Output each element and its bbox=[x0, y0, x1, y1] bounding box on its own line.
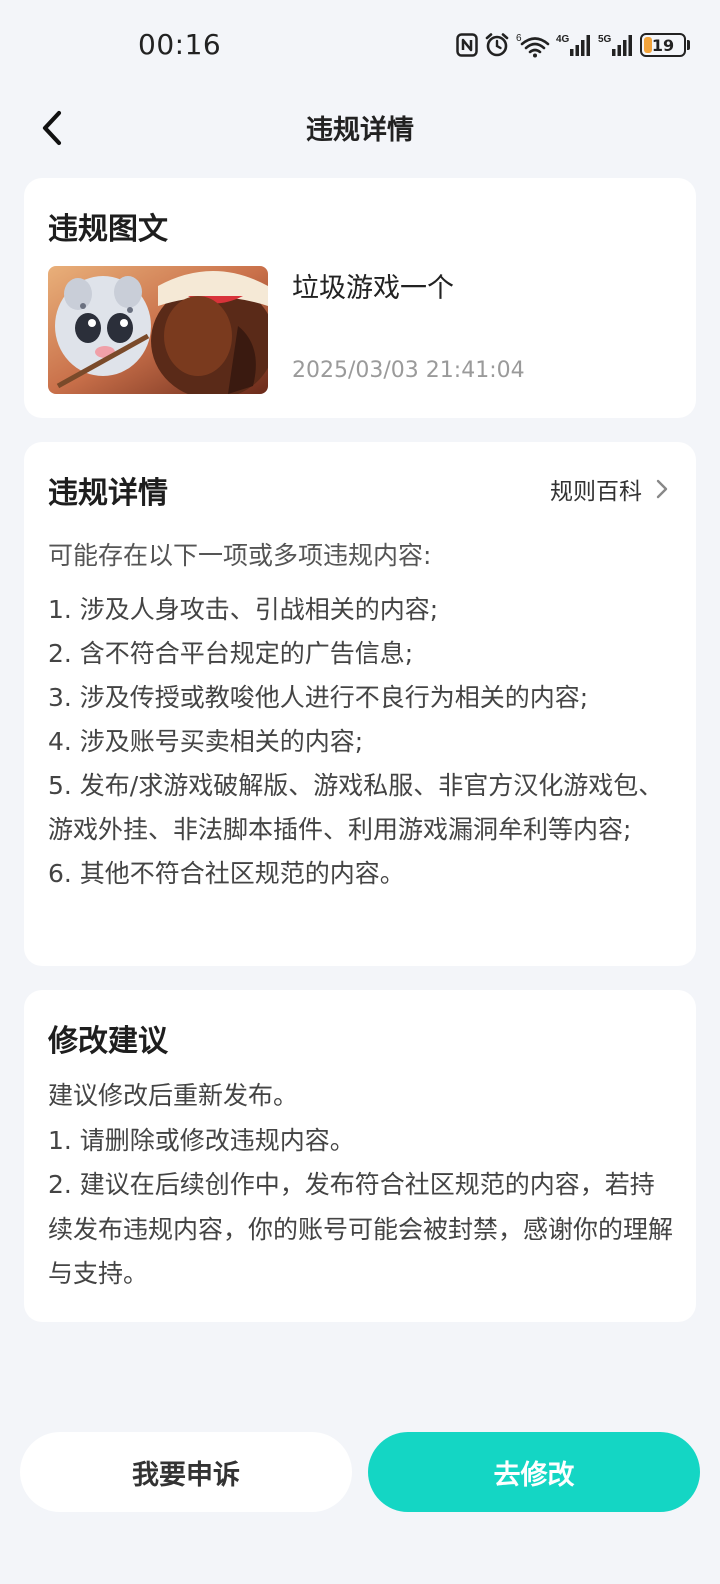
wifi-icon: 6 bbox=[516, 30, 550, 60]
post-text: 垃圾游戏一个 bbox=[292, 273, 454, 304]
suggestion-line: 1. 请删除或修改违规内容。 bbox=[48, 1125, 355, 1155]
battery-icon: 19 bbox=[640, 30, 690, 60]
status-bar: 00:16 6 4G 5G 19 bbox=[0, 0, 720, 90]
suggestion-line: 建议修改后重新发布。 bbox=[48, 1081, 299, 1110]
suggestions-title: 修改建议 bbox=[48, 1024, 168, 1059]
suggestions-card: 修改建议 建议修改后重新发布。 1. 请删除或修改违规内容。 2. 建议在后续创… bbox=[24, 990, 696, 1322]
list-item: 6. 其他不符合社区规范的内容。 bbox=[48, 859, 405, 888]
violation-list: 1. 涉及人身攻击、引战相关的内容; 2. 含不符合平台规定的广告信息; 3. … bbox=[48, 588, 678, 896]
violation-post-title: 违规图文 bbox=[48, 212, 168, 247]
list-item: 5. 发布/求游戏破解版、游戏私服、非官方汉化游戏包、游戏外挂、非法脚本插件、利… bbox=[48, 771, 664, 844]
chevron-right-icon bbox=[656, 479, 668, 499]
suggestions-body: 建议修改后重新发布。 1. 请删除或修改违规内容。 2. 建议在后续创作中，发布… bbox=[48, 1074, 678, 1297]
nfc-icon bbox=[456, 30, 478, 60]
list-item: 1. 涉及人身攻击、引战相关的内容; bbox=[48, 595, 439, 624]
post-timestamp: 2025/03/03 21:41:04 bbox=[292, 358, 525, 383]
signal-5g-icon: 5G bbox=[598, 30, 634, 60]
violation-post-card: 违规图文 垃圾游戏一个 2025/03/03 21:41:04 bbox=[24, 178, 696, 418]
rule-wiki-link[interactable]: 规则百科 bbox=[550, 472, 668, 506]
signal-4g-icon: 4G bbox=[556, 30, 592, 60]
status-time: 00:16 bbox=[138, 28, 222, 61]
page-title: 违规详情 bbox=[306, 115, 414, 146]
modify-button[interactable]: 去修改 bbox=[368, 1432, 700, 1512]
wifi-badge: 6 bbox=[516, 33, 522, 44]
post-thumbnail[interactable] bbox=[48, 266, 268, 394]
violation-details-card: 违规详情 规则百科 可能存在以下一项或多项违规内容: 1. 涉及人身攻击、引战相… bbox=[24, 442, 696, 966]
net2-label: 5G bbox=[598, 34, 612, 45]
suggestion-line: 2. 建议在后续创作中，发布符合社区规范的内容，若持续发布违规内容，你的账号可能… bbox=[48, 1170, 674, 1288]
violation-intro: 可能存在以下一项或多项违规内容: bbox=[48, 541, 432, 570]
battery-level: 19 bbox=[651, 35, 675, 55]
violation-details-title: 违规详情 bbox=[48, 476, 168, 511]
net1-label: 4G bbox=[556, 34, 570, 45]
list-item: 3. 涉及传授或教唆他人进行不良行为相关的内容; bbox=[48, 683, 589, 712]
status-icons: 6 4G 5G 19 bbox=[456, 30, 690, 60]
alarm-icon bbox=[484, 30, 510, 60]
list-item: 2. 含不符合平台规定的广告信息; bbox=[48, 639, 414, 668]
rule-wiki-label: 规则百科 bbox=[550, 479, 642, 505]
list-item: 4. 涉及账号买卖相关的内容; bbox=[48, 727, 364, 756]
nav-bar: 违规详情 bbox=[0, 90, 720, 168]
appeal-button[interactable]: 我要申诉 bbox=[20, 1432, 352, 1512]
